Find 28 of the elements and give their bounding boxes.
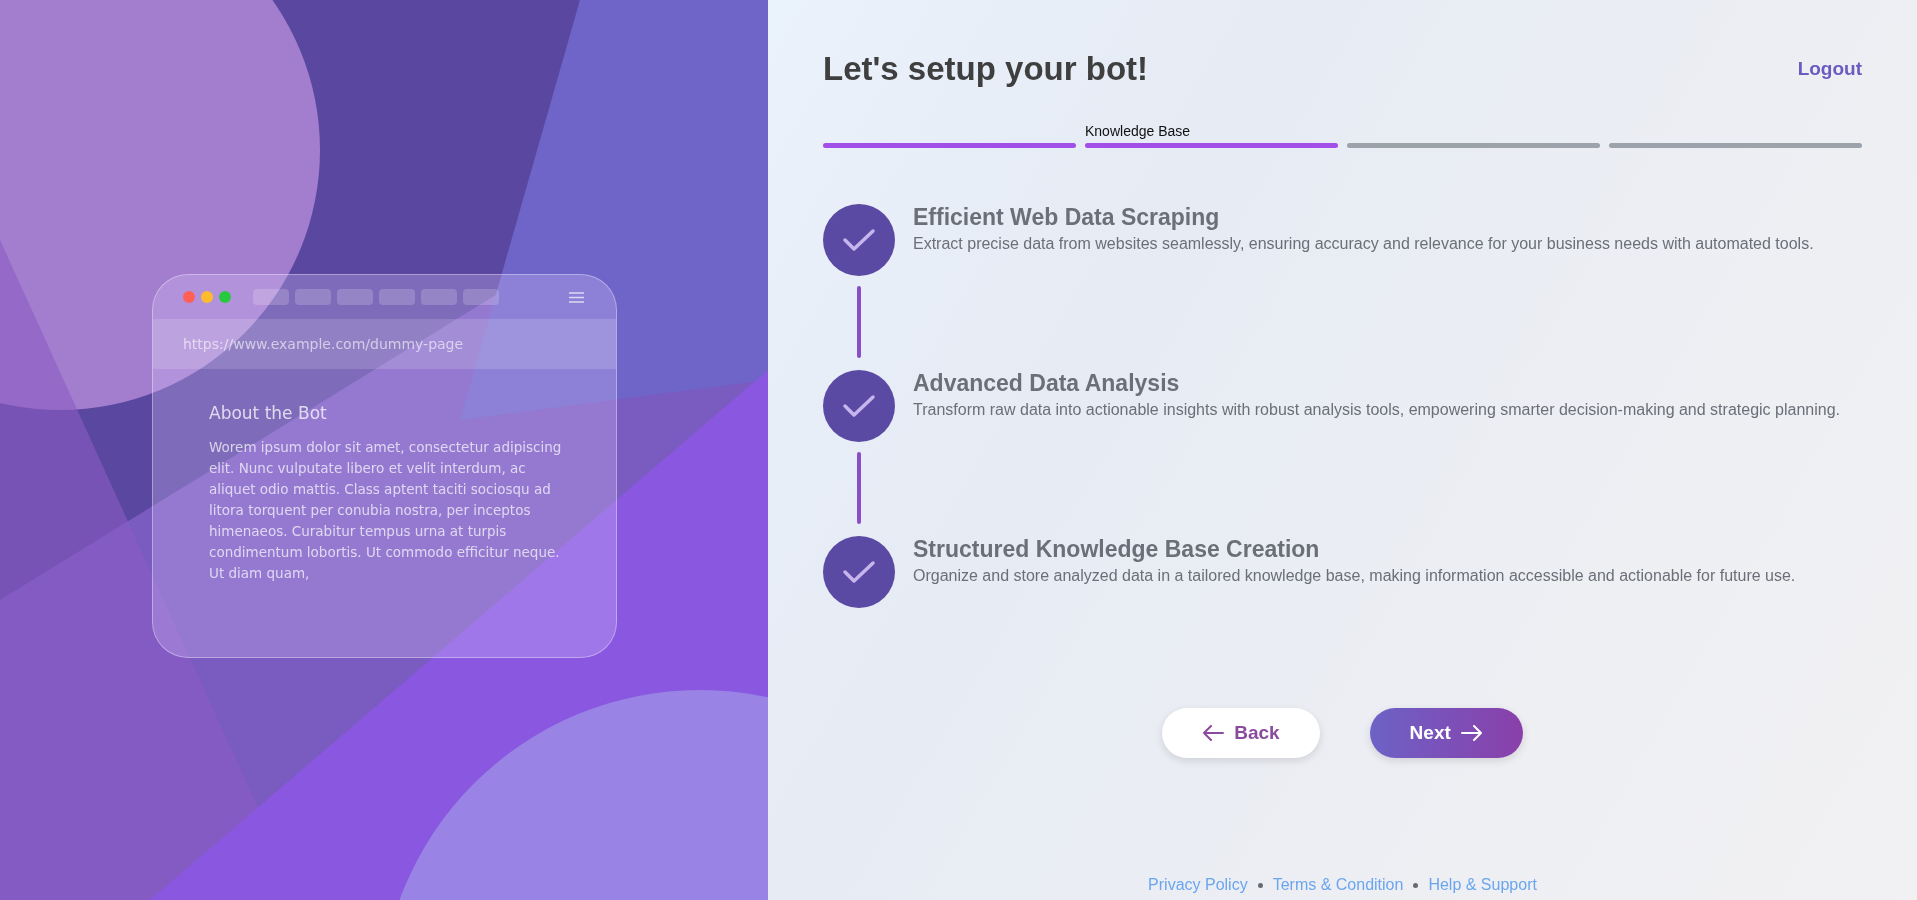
menu-icon <box>569 291 584 303</box>
left-arrow-icon <box>1202 725 1225 741</box>
url-text: https://www.example.com/dummy-page <box>183 336 464 352</box>
check-icon <box>842 559 876 585</box>
tab-placeholder <box>463 289 499 305</box>
connector-line <box>857 452 861 524</box>
tab-placeholder <box>379 289 415 305</box>
page-title: Let's setup your bot! <box>823 50 1149 88</box>
right-arrow-icon <box>1460 725 1483 741</box>
feature-description: Extract precise data from websites seamlessly, ensuring accuracy and relevance for your business needs with automated tools. <box>913 234 1814 254</box>
feature-title: Advanced Data Analysis <box>913 370 1181 397</box>
feature-description: Organize and store analyzed data in a tailored knowledge base, making information accessible and actionable for future use. <box>913 566 1796 586</box>
preview-paragraph: Worem ipsum dolor sit amet, consectetur adipiscing elit. Nunc vulputate libero et velit interdum, ac aliquet odio mattis. Class aptent taciti sociosqu ad litora torquent per conubia nostra, per inceptos himenaeos. Curabitur tempus urna at turpis condimentum lobortis. Ut commodo efficitur neque. Ut diam quam, <box>209 438 563 583</box>
connector-line <box>857 286 861 358</box>
feature-title: Structured Knowledge Base Creation <box>913 536 1321 563</box>
check-icon <box>842 393 876 419</box>
feature-description: Transform raw data into actionable insights with robust analysis tools, empowering smarter decision-making and strategic planning. <box>913 400 1840 420</box>
next-button[interactable]: Next <box>1369 708 1523 758</box>
logout-link[interactable]: Logout <box>1797 58 1862 80</box>
tab-placeholder <box>421 289 457 305</box>
tab-placeholder <box>295 289 331 305</box>
tab-placeholder <box>337 289 373 305</box>
check-icon <box>842 227 876 253</box>
preview-heading: About the Bot <box>209 403 328 423</box>
feature-title: Efficient Web Data Scraping <box>913 204 1221 231</box>
step-label: Knowledge Base <box>1085 123 1192 139</box>
tab-placeholder <box>253 289 289 305</box>
back-button[interactable]: Back <box>1162 708 1320 758</box>
